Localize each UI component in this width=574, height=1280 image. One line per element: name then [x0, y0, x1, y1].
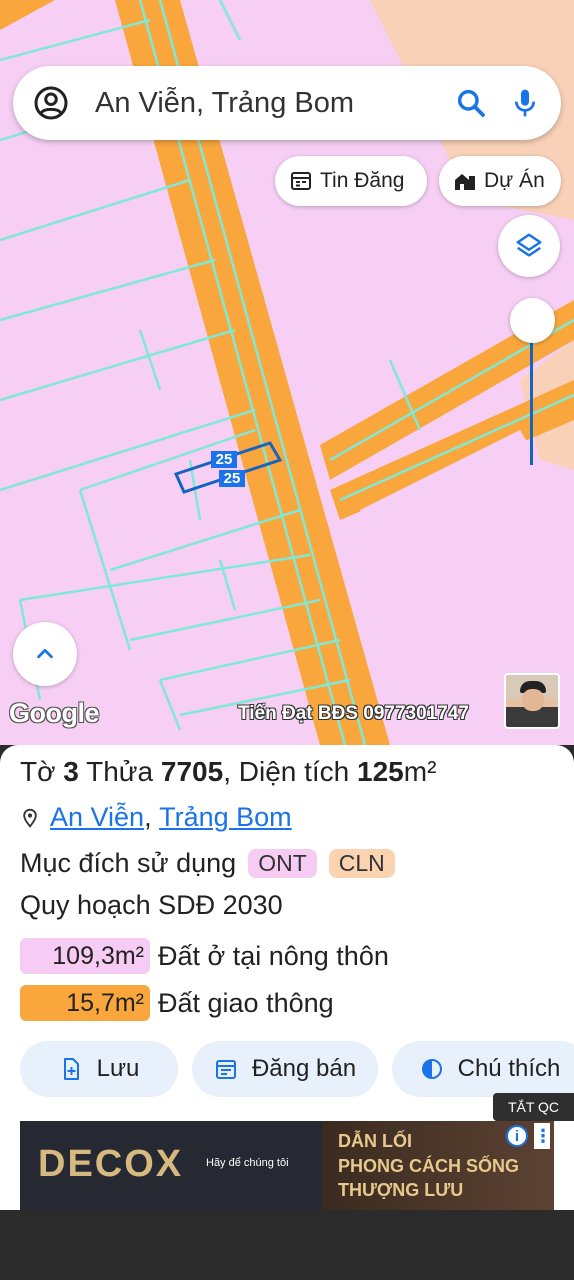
- ad-headline-2: PHONG CÁCH SỐNG: [338, 1156, 520, 1176]
- area-unit: m²: [403, 756, 437, 787]
- expand-panel-button[interactable]: [13, 622, 77, 686]
- search-input[interactable]: An Viễn, Trảng Bom: [95, 87, 433, 120]
- save-file-icon: [63, 1058, 79, 1080]
- area-value: 125: [357, 756, 404, 787]
- plan-area-label: Đất giao thông: [158, 987, 334, 1018]
- land-use-purpose: Mục đích sử dụng ONT CLN: [20, 848, 395, 879]
- purpose-tag-cln: CLN: [328, 849, 395, 878]
- ad-banner[interactable]: DECOX Hãy để chúng tôi DẪN LỐI PHONG CÁC…: [20, 1121, 554, 1210]
- ad-info-icon[interactable]: i: [506, 1125, 528, 1147]
- save-button-label: Lưu: [96, 1055, 140, 1082]
- legend-button-label: Chú thích: [457, 1055, 561, 1082]
- post-button-label: Đăng bán: [251, 1055, 357, 1082]
- ad-brand-logo: DECOX: [38, 1143, 184, 1185]
- plan-area-label: Đất ở tại nông thôn: [158, 940, 389, 971]
- lot-label: Thửa: [86, 756, 154, 787]
- ad-more-icon[interactable]: ⋮: [534, 1123, 552, 1149]
- save-button[interactable]: Lưu: [20, 1041, 178, 1097]
- projects-chip[interactable]: Dự Án: [439, 156, 561, 206]
- close-ads-button[interactable]: TẮT QC: [493, 1093, 574, 1121]
- opacity-slider-handle[interactable]: [510, 298, 555, 343]
- parcel-location: An Viễn, Trảng Bom: [20, 802, 292, 833]
- building-icon: [455, 174, 475, 190]
- map-view[interactable]: 25 25 An Viễn, Trảng Bom Tin Đăng Dự Án …: [0, 0, 574, 745]
- bottom-bar: [0, 1210, 574, 1280]
- sheet-label: Tờ: [20, 756, 56, 787]
- parcel-title: Tờ 3 Thửa 7705, Diện tích 125m²: [20, 756, 436, 788]
- commune-link[interactable]: An Viễn: [50, 802, 144, 833]
- purpose-label: Mục đích sử dụng: [20, 848, 237, 878]
- layers-icon: [516, 233, 542, 257]
- ad-tagline: Hãy để chúng tôi: [206, 1157, 289, 1169]
- listings-chip-label: Tin Đăng: [320, 169, 405, 192]
- listings-icon: [291, 172, 311, 190]
- ad-headline-1: DẪN LỐI: [338, 1131, 412, 1151]
- plan-area-value: 15,7m²: [20, 985, 150, 1021]
- parcel-dimension-top: 25: [211, 451, 237, 468]
- microphone-icon[interactable]: [509, 87, 541, 119]
- account-icon[interactable]: [33, 85, 69, 121]
- district-link[interactable]: Trảng Bom: [159, 802, 292, 833]
- chevron-up-icon: [37, 648, 53, 659]
- legend-button[interactable]: Chú thích: [392, 1041, 574, 1097]
- location-pin-icon: [23, 808, 37, 828]
- search-bar[interactable]: An Viễn, Trảng Bom: [13, 66, 561, 140]
- search-icon[interactable]: [455, 87, 487, 119]
- avatar: [504, 673, 560, 729]
- projects-chip-label: Dự Án: [484, 169, 545, 192]
- parcel-dimension-bottom: 25: [219, 470, 245, 487]
- plan-area-value: 109,3m²: [20, 938, 150, 974]
- plan-row-transport: 15,7m² Đất giao thông: [20, 985, 334, 1021]
- plan-heading: Quy hoạch SDĐ 2030: [20, 890, 283, 920]
- parcel-info-panel: Tờ 3 Thửa 7705, Diện tích 125m² An Viễn,…: [0, 745, 574, 1210]
- post-for-sale-button[interactable]: Đăng bán: [192, 1041, 378, 1097]
- lot-number: 7705: [160, 756, 224, 787]
- area-label: , Diện tích: [223, 756, 350, 787]
- ad-headline-3: THƯỢNG LƯU: [338, 1180, 464, 1200]
- purpose-tag-ont: ONT: [248, 849, 317, 878]
- google-logo: Google: [9, 698, 100, 728]
- contrast-icon: [421, 1059, 442, 1079]
- listings-chip[interactable]: Tin Đăng: [275, 156, 427, 206]
- watermark-text: Tiến Đạt BĐS 0977301747: [238, 703, 469, 724]
- sheet-number: 3: [63, 756, 79, 787]
- calendar-icon: [215, 1060, 236, 1079]
- plan-row-residential: 109,3m² Đất ở tại nông thôn: [20, 938, 389, 974]
- layers-button[interactable]: [498, 215, 560, 277]
